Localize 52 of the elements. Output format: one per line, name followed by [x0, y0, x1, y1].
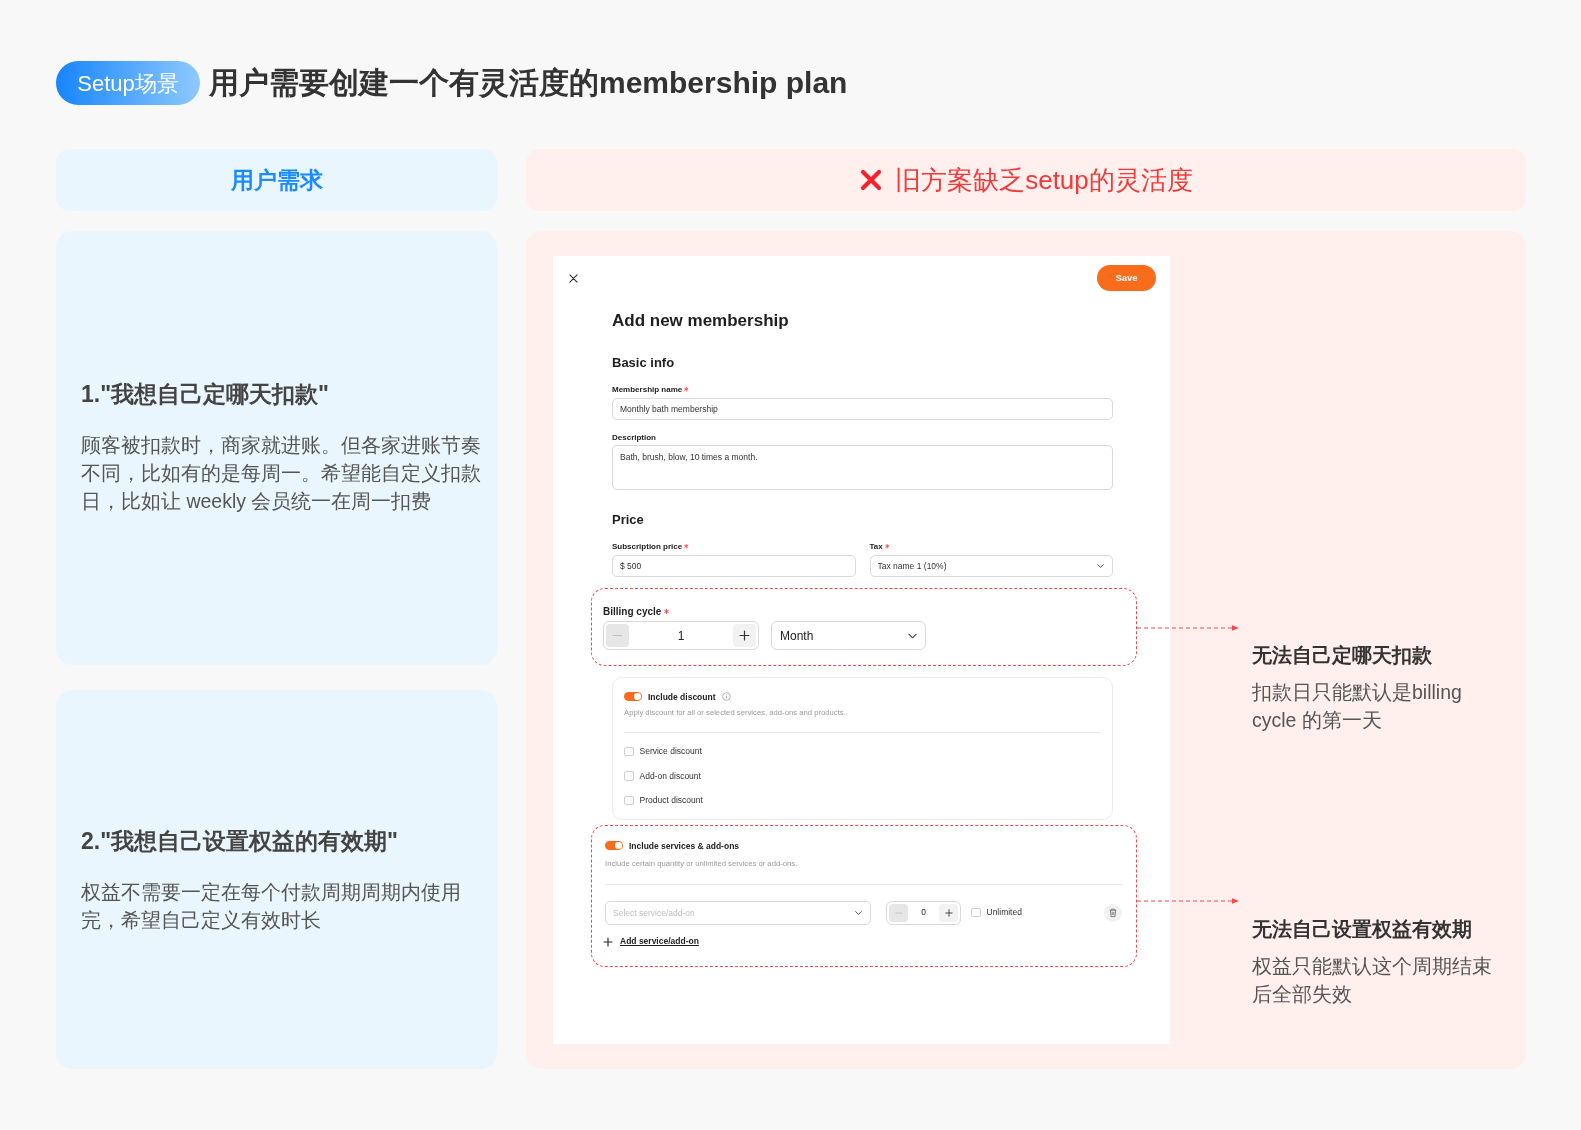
info-icon	[721, 692, 731, 701]
toggle-label: Include services & add-ons	[629, 839, 740, 852]
select-field[interactable]: Month	[771, 621, 926, 650]
input-field[interactable]: Monthly bath membership	[612, 397, 1113, 420]
annotation-title: 无法自己定哪天扣款	[1252, 643, 1433, 668]
toggle-label: Include discount	[648, 690, 716, 703]
textarea-field[interactable]: Bath, brush, blow, 10 times a month.	[612, 445, 1113, 490]
quantity-input[interactable]: 1	[656, 626, 706, 645]
field-label: Tax	[869, 541, 883, 552]
column-title: 用户需求	[230, 165, 323, 195]
field-label: Membership name	[612, 384, 683, 395]
chevron-down-icon	[1097, 563, 1104, 568]
toggle-switch[interactable]	[605, 840, 623, 851]
close-icon[interactable]	[569, 273, 578, 283]
plus-icon	[739, 630, 750, 641]
page-title: 用户需要创建一个有灵活度的membership plan	[209, 65, 848, 101]
checkbox-label: Unlimited	[986, 906, 1022, 919]
annotation-text: 扣款日只能默认是billing cycle 的第一天	[1252, 680, 1463, 733]
requirement-title: 2."我想自己设置权益的有效期"	[81, 827, 399, 856]
section-heading: Basic info	[612, 354, 676, 372]
quantity-input[interactable]: 0	[911, 906, 936, 919]
annotation-title: 无法自己设置权益有效期	[1252, 917, 1473, 942]
input-field[interactable]: $ 500	[612, 554, 856, 577]
checkbox[interactable]	[624, 795, 634, 806]
section-heading: Price	[612, 511, 645, 529]
form-title: Add new membership	[612, 310, 790, 332]
column-title: 旧方案缺乏setup的灵活度	[895, 163, 1193, 197]
checkbox-label: Product discount	[639, 794, 703, 807]
trash-icon[interactable]	[1104, 903, 1122, 922]
checkbox[interactable]	[624, 771, 634, 781]
requirement-text: 权益不需要一定在每个付款周期周期内使用完，希望自己定义有效时长	[81, 880, 462, 933]
plus-icon	[944, 908, 953, 917]
annotation-text: 权益只能默认这个周期结束后全部失效	[1252, 954, 1493, 1007]
increment-button[interactable]	[733, 624, 756, 647]
field-label: Subscription price	[612, 541, 683, 552]
requirement-title: 1."我想自己定哪天扣款"	[81, 380, 330, 409]
field-label: Description	[612, 431, 656, 443]
checkbox[interactable]	[624, 746, 634, 757]
requirement-text: 顾客被扣款时，商家就进账。但各家进账节奏不同，比如有的是每周一。希望能自定义扣款日，比如让 weekly 会员统一在周一扣费	[81, 433, 482, 514]
plus-icon	[603, 936, 613, 947]
chevron-down-icon	[908, 632, 917, 639]
select-field[interactable]: Select service/add-on	[605, 900, 871, 925]
checkbox-label: Add-on discount	[639, 769, 701, 783]
scene-tag: Setup场景	[56, 61, 200, 105]
field-label: Billing cycle	[603, 604, 662, 618]
chevron-down-icon	[855, 910, 862, 915]
toggle-switch[interactable]	[624, 691, 642, 702]
checkbox-label: Service discount	[639, 745, 702, 758]
select-field[interactable]: Tax name 1 (10%)	[869, 554, 1113, 577]
checkbox[interactable]	[971, 907, 981, 918]
add-service-link[interactable]: Add service/add-on	[620, 935, 699, 948]
cross-icon	[859, 168, 884, 192]
